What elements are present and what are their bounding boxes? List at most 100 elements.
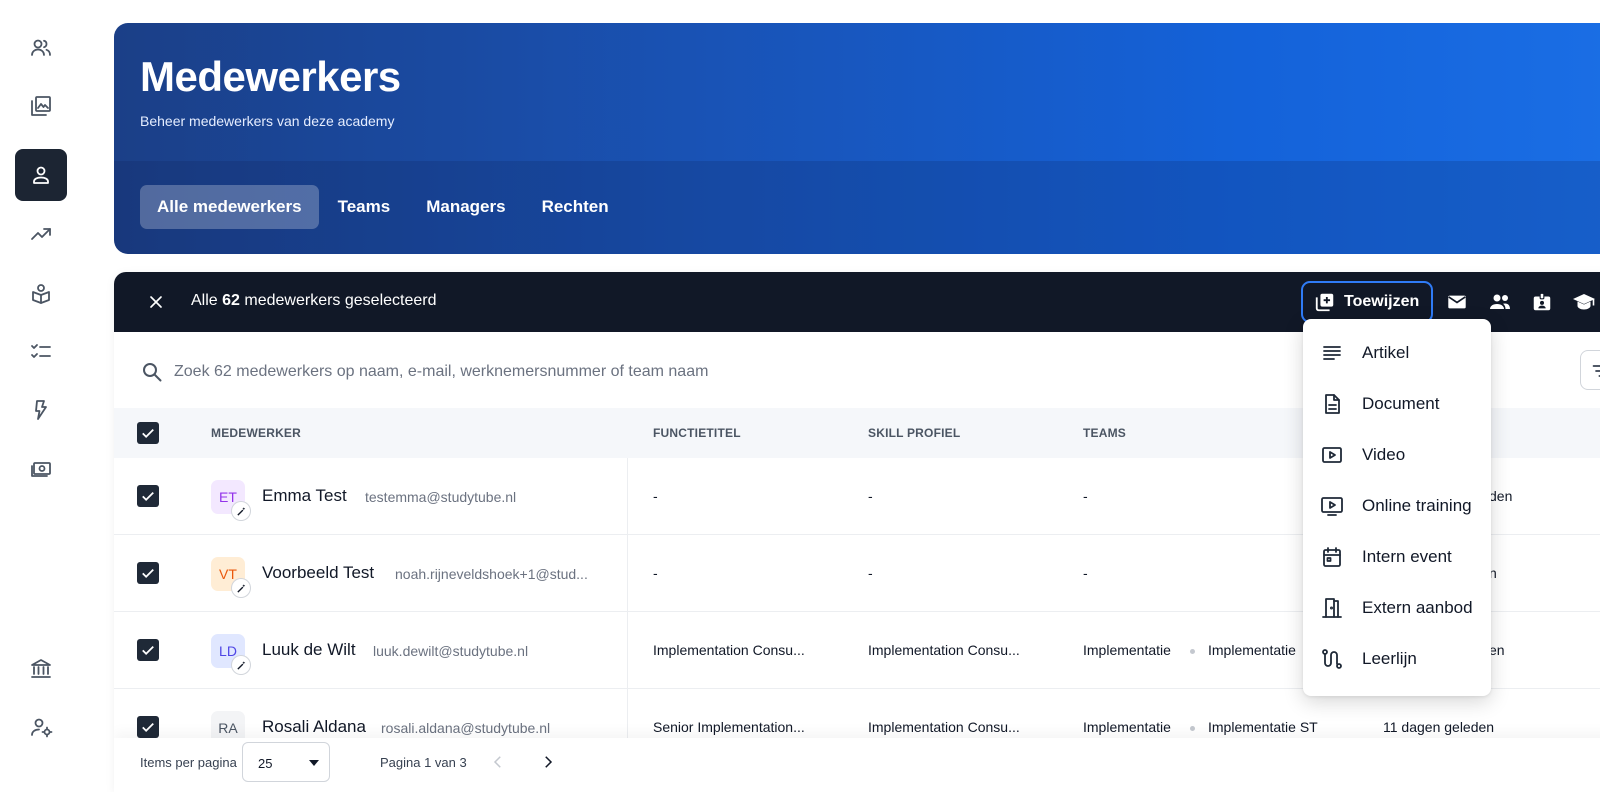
menu-item-document[interactable]: Document — [1303, 380, 1491, 428]
nav-users[interactable] — [15, 22, 67, 74]
employee-name[interactable]: Luuk de Wilt — [262, 640, 356, 660]
tab-all-employees[interactable]: Alle medewerkers — [140, 185, 319, 229]
employee-email: noah.rijneveldshoek+1@stud... — [395, 566, 588, 582]
group-icon — [1490, 294, 1510, 309]
check-icon — [142, 428, 154, 439]
select-all-checkbox[interactable] — [137, 422, 159, 444]
menu-item-label: Extern aanbod — [1362, 598, 1473, 617]
menu-item-article[interactable]: Artikel — [1303, 329, 1491, 377]
magic-wand-icon — [236, 660, 245, 670]
skill-profile-cell: - — [868, 565, 873, 581]
menu-item-label: Online training — [1362, 496, 1472, 515]
employee-icon — [33, 166, 49, 184]
nav-academy[interactable] — [15, 642, 67, 694]
menu-item-label: Leerlijn — [1362, 649, 1417, 668]
assign-button[interactable]: Toewijzen — [1301, 281, 1433, 323]
teams-cell: Implementatie — [1083, 642, 1171, 658]
menu-item-leerlijn[interactable]: Leerlijn — [1303, 635, 1491, 683]
chevron-right-icon — [545, 756, 553, 768]
badge-icon — [1533, 292, 1551, 311]
user-settings-icon — [31, 718, 53, 738]
search-bar — [140, 352, 1240, 392]
row-checkbox[interactable] — [137, 639, 159, 661]
page-header: Medewerkers Beheer medewerkers van deze … — [114, 23, 1600, 254]
close-icon — [150, 296, 162, 308]
teams-cell: Implementatie ST — [1208, 719, 1318, 735]
magic-wand-icon — [236, 506, 245, 516]
magic-wand-icon — [236, 583, 245, 593]
column-header-teams[interactable]: TEAMS — [1083, 426, 1126, 440]
teams-cell: Implementatie — [1083, 719, 1171, 735]
row-checkbox[interactable] — [137, 716, 159, 738]
check-icon — [142, 491, 154, 502]
trending-icon — [31, 228, 51, 240]
assign-learning-button[interactable] — [1571, 289, 1597, 315]
payment-icon — [31, 462, 51, 477]
employee-email: luuk.dewilt@studytube.nl — [373, 643, 529, 659]
selection-prefix: Alle — [191, 292, 218, 309]
team-separator — [1190, 726, 1195, 731]
clear-selection-button[interactable] — [144, 290, 168, 314]
last-active-cell: den — [1489, 488, 1513, 504]
menu-item-label: Intern event — [1362, 547, 1452, 566]
add-box-icon — [1315, 293, 1334, 312]
last-active-cell: 11 dagen geleden — [1383, 719, 1495, 735]
menu-item-video[interactable]: Video — [1303, 431, 1491, 479]
nav-library[interactable] — [15, 80, 67, 132]
row-checkbox[interactable] — [137, 485, 159, 507]
skill-profile-cell: - — [868, 488, 873, 504]
next-page-button[interactable] — [538, 752, 558, 772]
nav-payments[interactable] — [15, 443, 67, 495]
previous-page-button[interactable] — [488, 752, 508, 772]
check-icon — [142, 568, 154, 579]
filter-button[interactable] — [1580, 350, 1600, 390]
skill-profile-cell: Implementation Consu... — [868, 719, 1020, 735]
checklist-icon — [31, 344, 51, 358]
send-email-button[interactable] — [1444, 289, 1470, 315]
nav-user-settings[interactable] — [15, 701, 67, 753]
items-per-page-label: Items per pagina — [140, 755, 237, 770]
add-to-team-button[interactable] — [1487, 289, 1513, 315]
items-per-page-select[interactable]: 25 — [242, 742, 330, 782]
employee-name[interactable]: Emma Test — [262, 486, 347, 506]
chevron-down-icon — [309, 760, 319, 766]
tab-teams[interactable]: Teams — [321, 185, 408, 229]
employee-name[interactable]: Voorbeeld Test — [262, 563, 374, 583]
selection-count: 62 — [222, 292, 240, 309]
users-icon — [31, 39, 51, 56]
row-checkbox[interactable] — [137, 562, 159, 584]
menu-item-online-training[interactable]: Online training — [1303, 482, 1491, 530]
column-divider — [627, 458, 628, 534]
last-active-cell: en — [1489, 642, 1505, 658]
selection-suffix: medewerkers geselecteerd — [244, 292, 437, 309]
tab-bar: Alle medewerkers Teams Managers Rechten — [140, 185, 628, 229]
graduation-cap-icon — [1573, 294, 1595, 310]
check-icon — [142, 645, 154, 656]
nav-insights[interactable] — [15, 208, 67, 260]
tab-managers[interactable]: Managers — [409, 185, 522, 229]
items-per-page-value: 25 — [258, 756, 273, 771]
nav-tasks[interactable] — [15, 325, 67, 377]
nav-automations[interactable] — [15, 384, 67, 436]
selection-summary: Alle 62 medewerkers geselecteerd — [191, 292, 436, 310]
tab-rights[interactable]: Rechten — [525, 185, 626, 229]
assign-button-label: Toewijzen — [1344, 293, 1420, 310]
column-header-job-title[interactable]: FUNCTIETITEL — [653, 426, 741, 440]
assign-menu: Artikel Document Video Online training I… — [1303, 319, 1491, 696]
menu-item-intern-event[interactable]: Intern event — [1303, 533, 1491, 581]
document-icon — [1325, 394, 1340, 414]
nav-employees[interactable] — [15, 149, 67, 201]
nav-learning[interactable] — [15, 267, 67, 319]
door-icon — [1322, 598, 1342, 618]
assign-badge-button[interactable] — [1529, 289, 1555, 315]
skill-profile-cell: Implementation Consu... — [868, 642, 1020, 658]
job-title-cell: - — [653, 488, 658, 504]
column-header-employee[interactable]: MEDEWERKER — [211, 426, 301, 440]
search-input[interactable] — [174, 363, 1074, 381]
team-separator — [1190, 649, 1195, 654]
menu-item-label: Document — [1362, 394, 1440, 413]
employee-name[interactable]: Rosali Aldana — [262, 717, 366, 737]
column-header-skill-profile[interactable]: SKILL PROFIEL — [868, 426, 960, 440]
teams-cell: - — [1083, 488, 1088, 504]
menu-item-extern-aanbod[interactable]: Extern aanbod — [1303, 584, 1491, 632]
